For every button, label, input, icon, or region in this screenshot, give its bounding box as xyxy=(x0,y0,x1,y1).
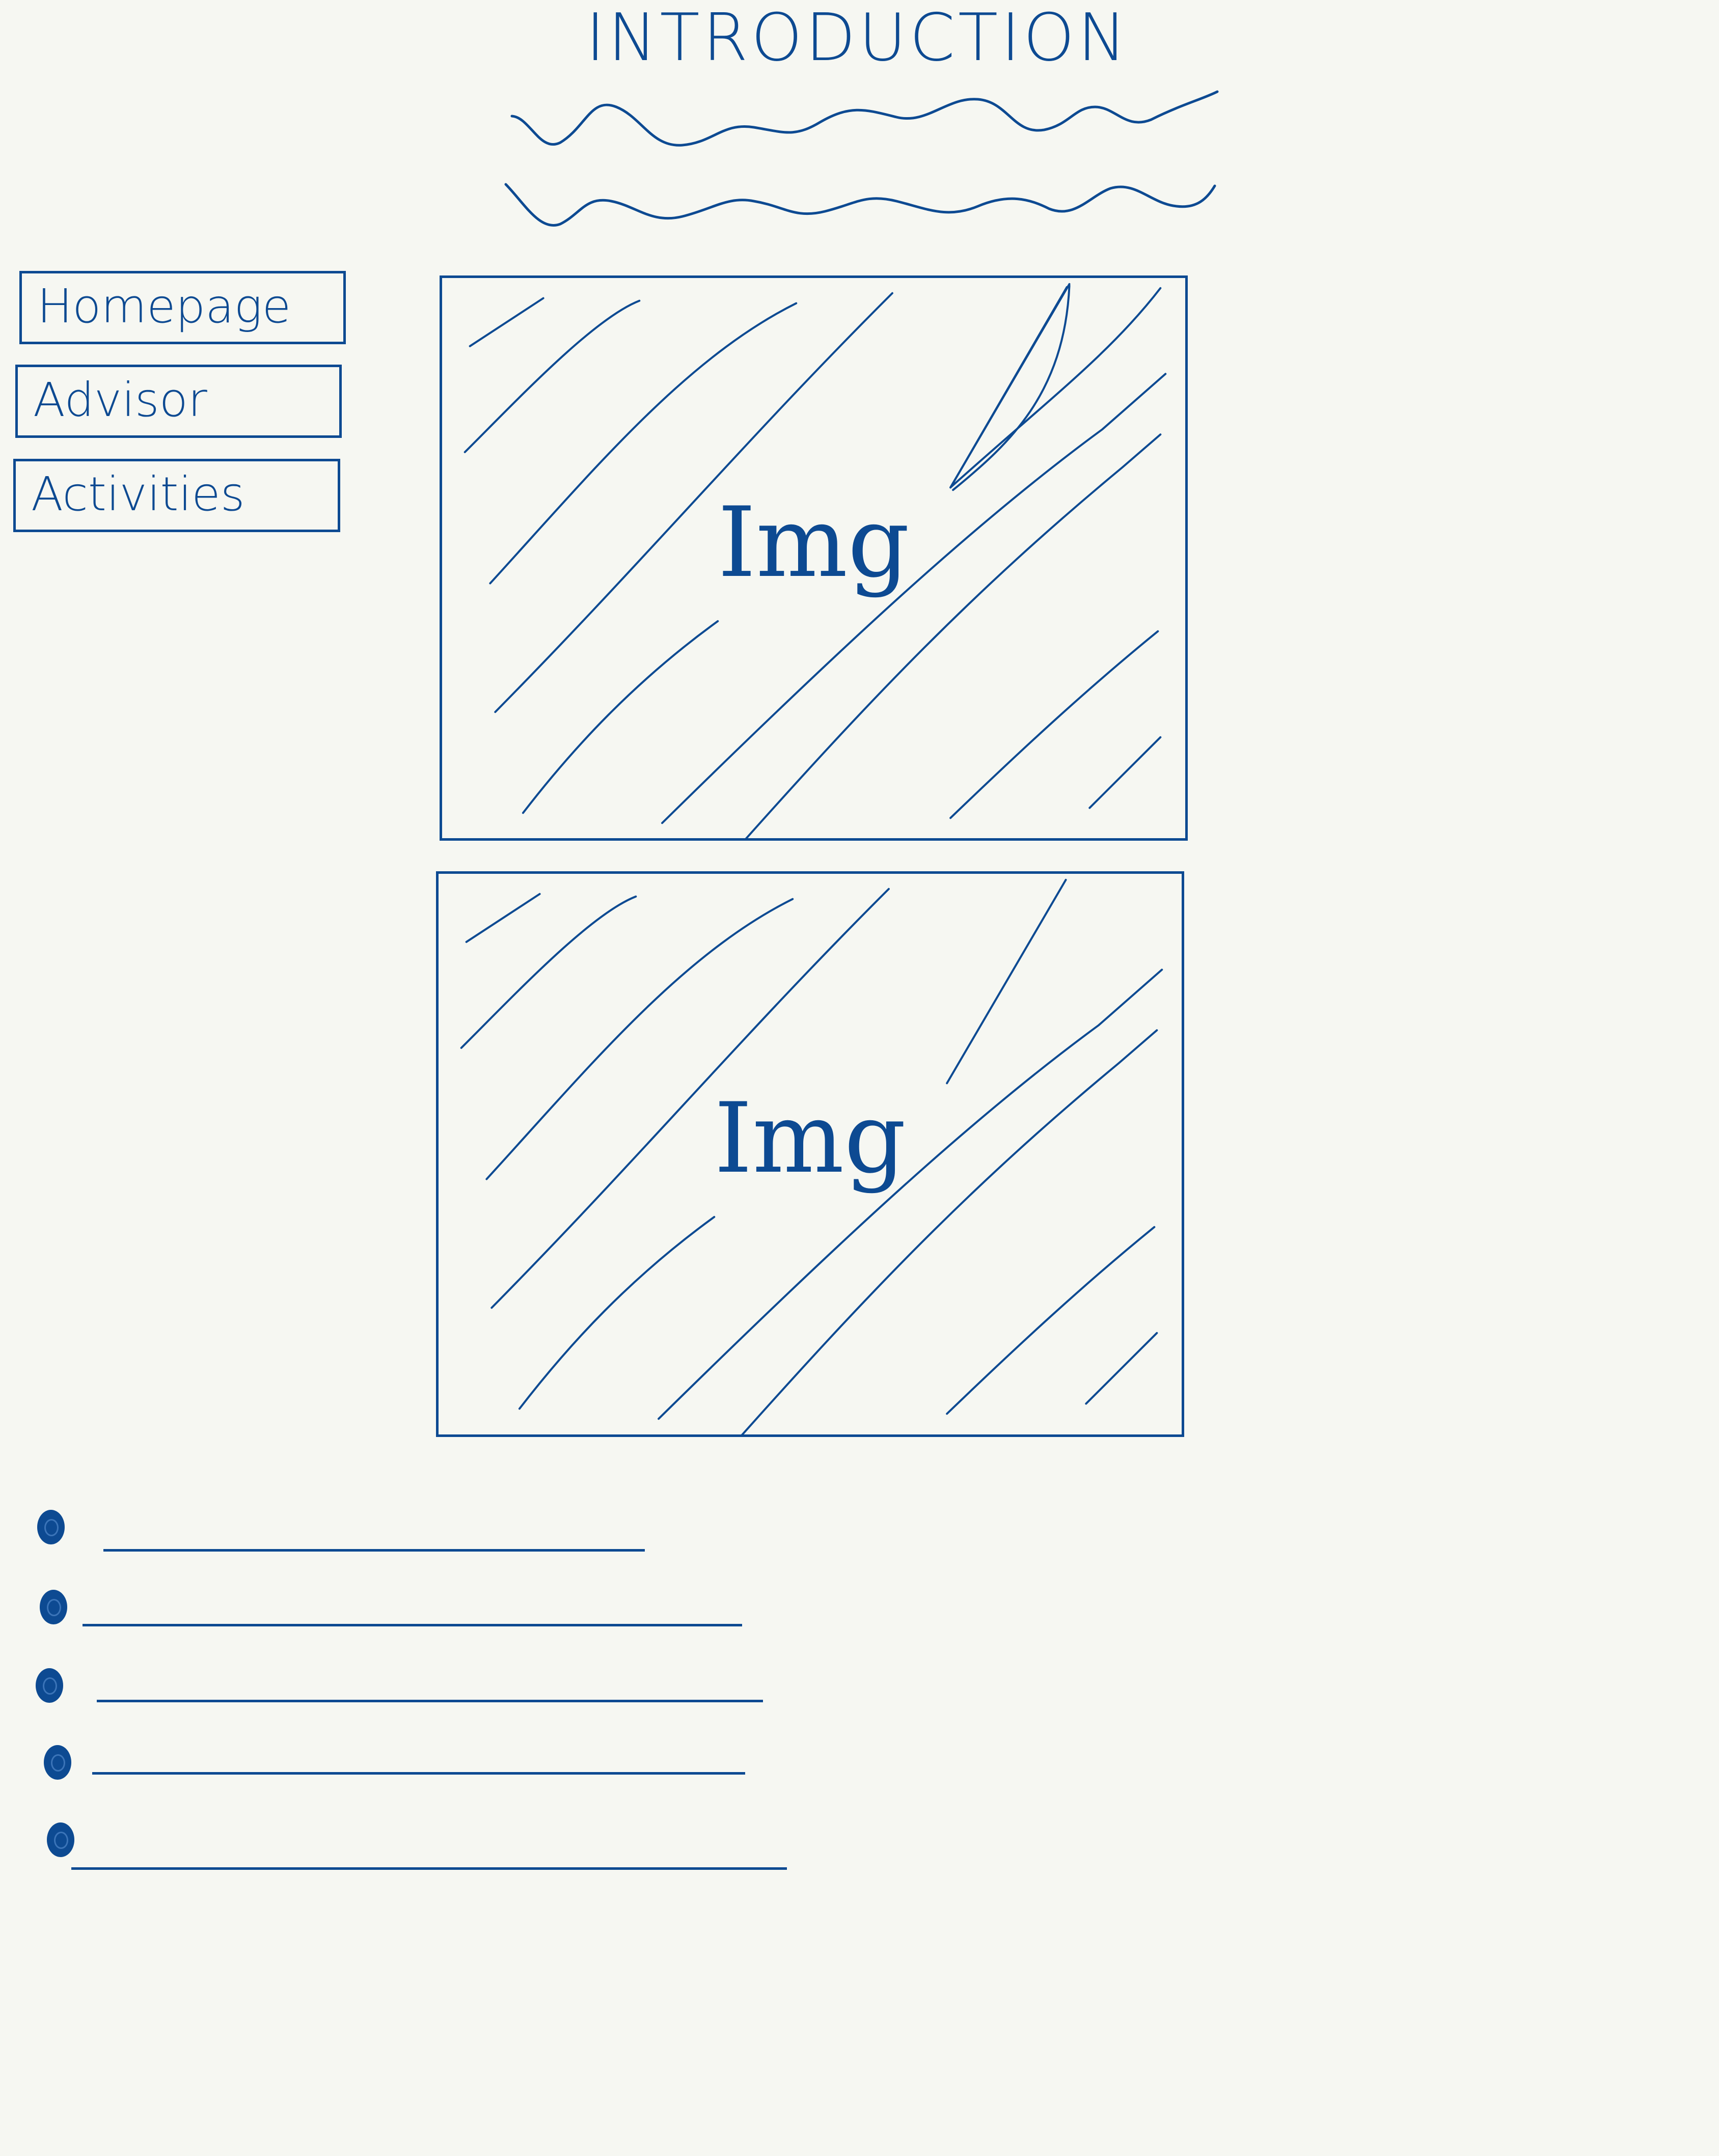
sidebar-item-homepage[interactable]: Homepage xyxy=(19,271,346,344)
image-placeholder-1: Img xyxy=(440,275,1188,841)
bullet-icon xyxy=(40,1590,67,1624)
sidebar-item-advisor[interactable]: Advisor xyxy=(15,365,342,438)
image-placeholder-2: Img xyxy=(436,871,1184,1437)
bullet-icon xyxy=(44,1745,71,1780)
text-placeholder-line xyxy=(92,1772,745,1775)
image-label-2: Img xyxy=(714,1082,906,1195)
subtitle-placeholder-lines xyxy=(504,90,1219,227)
subtitle-placeholder-line-2 xyxy=(504,183,1216,227)
text-placeholder-line xyxy=(71,1867,787,1870)
subtitle-placeholder-line-1 xyxy=(510,90,1219,147)
bullet-icon xyxy=(37,1510,65,1544)
text-placeholder-line xyxy=(103,1549,645,1552)
text-placeholder-line xyxy=(97,1700,763,1702)
image-label-1: Img xyxy=(718,486,910,599)
text-placeholder-line xyxy=(83,1624,742,1626)
bullet-icon xyxy=(36,1668,63,1703)
sidebar-item-activities[interactable]: Activities xyxy=(13,459,340,532)
bullet-icon xyxy=(47,1822,74,1857)
